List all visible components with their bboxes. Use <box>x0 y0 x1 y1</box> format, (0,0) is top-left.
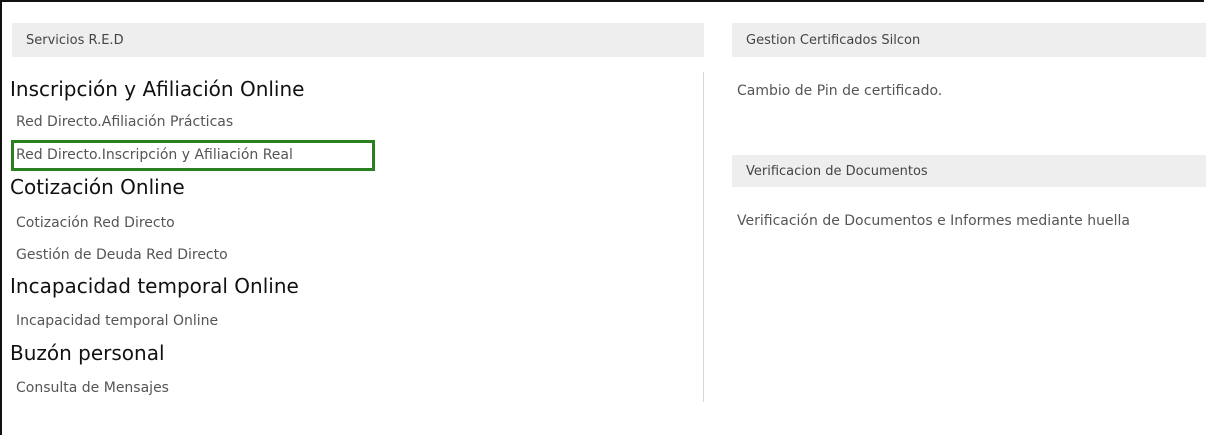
link-gestion-deuda[interactable]: Gestión de Deuda Red Directo <box>16 247 228 263</box>
section-title-buzon: Buzón personal <box>10 341 165 365</box>
link-cotizacion-red-directo[interactable]: Cotización Red Directo <box>16 215 175 231</box>
servicios-red-header-label: Servicios R.E.D <box>26 32 124 48</box>
link-afiliacion-practicas[interactable]: Red Directo.Afiliación Prácticas <box>16 114 233 130</box>
link-verificacion-documentos[interactable]: Verificación de Documentos e Informes me… <box>737 213 1130 229</box>
section-title-incapacidad: Incapacidad temporal Online <box>10 274 299 298</box>
servicios-red-header: Servicios R.E.D <box>12 23 704 57</box>
link-cambio-pin[interactable]: Cambio de Pin de certificado. <box>737 83 942 99</box>
section-title-cotizacion: Cotización Online <box>10 175 185 199</box>
certificados-header: Gestion Certificados Silcon <box>732 23 1206 57</box>
link-incapacidad-temporal[interactable]: Incapacidad temporal Online <box>16 313 218 329</box>
verificacion-header: Verificacion de Documentos <box>732 155 1206 187</box>
section-title-inscripcion: Inscripción y Afiliación Online <box>10 77 305 101</box>
verificacion-header-label: Verificacion de Documentos <box>746 163 928 179</box>
highlight-box <box>11 140 375 171</box>
column-divider <box>703 72 704 402</box>
certificados-header-label: Gestion Certificados Silcon <box>746 32 921 48</box>
link-consulta-mensajes[interactable]: Consulta de Mensajes <box>16 380 169 396</box>
